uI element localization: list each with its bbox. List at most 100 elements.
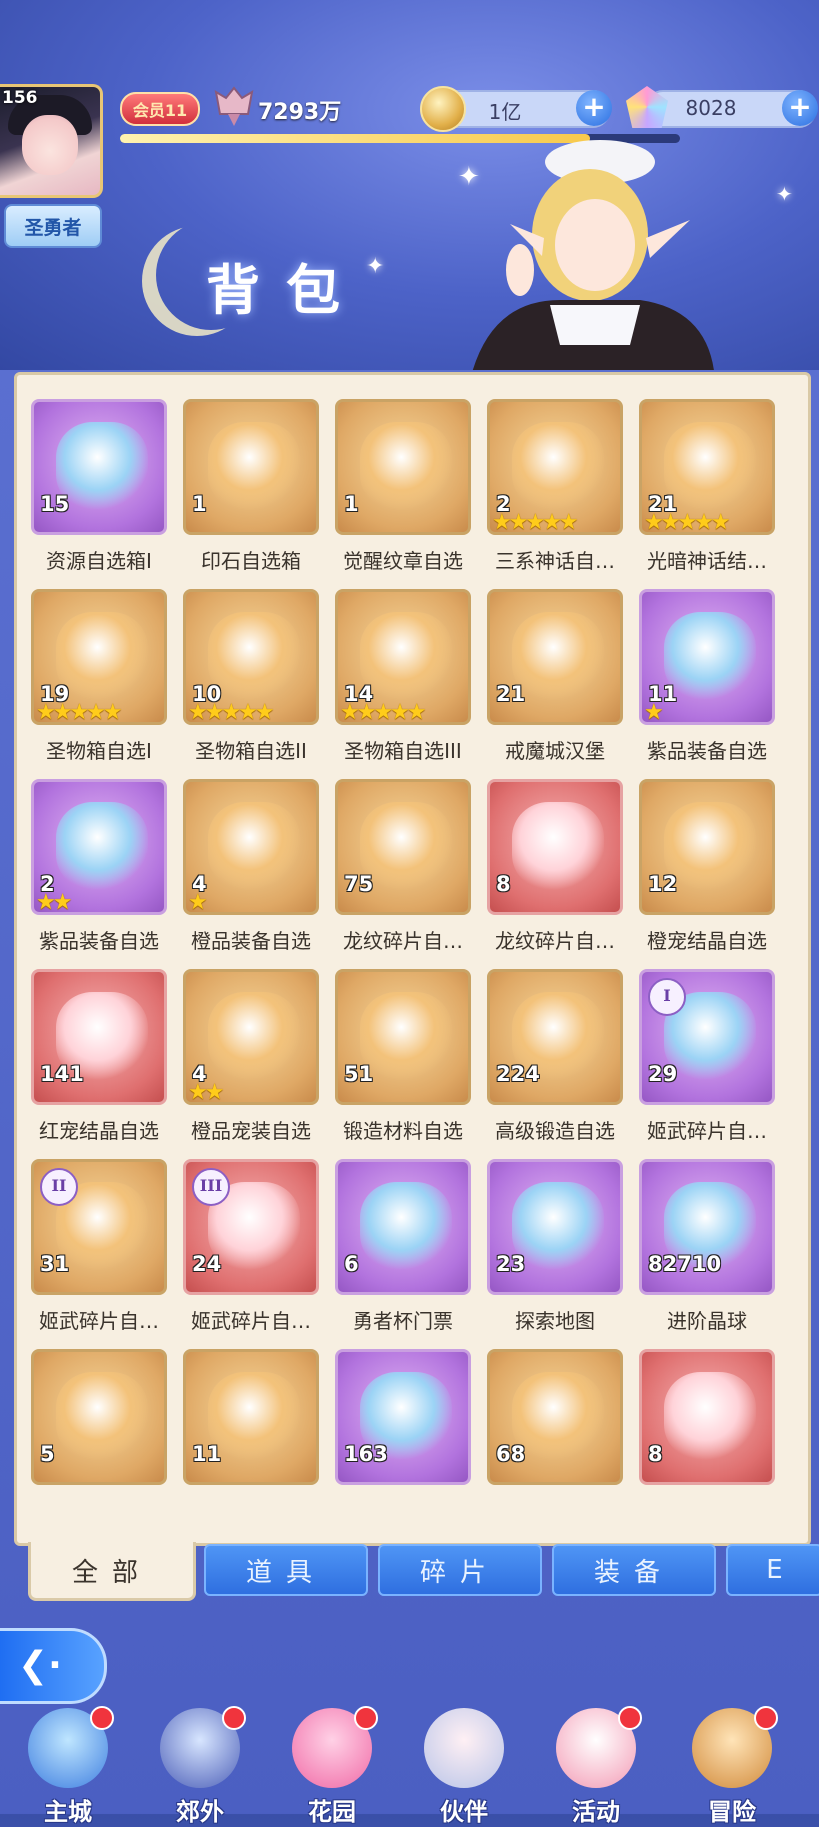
item-tile[interactable]: 2 ★★ bbox=[31, 779, 167, 915]
inventory-item[interactable]: 2 ★★ 紫品装备自选 bbox=[31, 779, 167, 955]
back-button[interactable]: ❮· bbox=[0, 1628, 107, 1704]
item-name: 圣物箱自选II bbox=[195, 739, 307, 763]
add-coin-button[interactable]: + bbox=[576, 90, 612, 126]
inventory-item[interactable]: 10 ★★★★★ 圣物箱自选II bbox=[183, 589, 319, 765]
inventory-item[interactable]: 2 ★★★★★ 三系神话自… bbox=[487, 399, 623, 575]
item-tile[interactable]: 19 ★★★★★ bbox=[31, 589, 167, 725]
item-tile[interactable]: 11 bbox=[183, 1349, 319, 1485]
inventory-item[interactable]: III 24 姬武碎片自… bbox=[183, 1159, 319, 1335]
inventory-item[interactable]: 21 ★★★★★ 光暗神话结… bbox=[639, 399, 775, 575]
item-tile[interactable]: II 31 bbox=[31, 1159, 167, 1295]
notification-dot bbox=[90, 1706, 114, 1730]
nav-item[interactable]: 花园 bbox=[282, 1700, 382, 1826]
inventory-panel: 15 资源自选箱I 1 印石自选箱 1 觉醒纹章自选 2 ★★★★★ 三系神话自… 21 ★★★★★… bbox=[14, 372, 811, 1546]
item-tile[interactable]: 14 ★★★★★ bbox=[335, 589, 471, 725]
pet-gear-box-icon bbox=[208, 992, 300, 1080]
item-tile[interactable]: 21 ★★★★★ bbox=[639, 399, 775, 535]
item-tile[interactable]: 224 bbox=[487, 969, 623, 1105]
item-tile[interactable]: 8 bbox=[639, 1349, 775, 1485]
inventory-item[interactable]: 21 戒魔城汉堡 bbox=[487, 589, 623, 765]
star-rating-icon: ★ bbox=[188, 890, 208, 915]
nav-item[interactable]: 郊外 bbox=[150, 1700, 250, 1826]
inventory-item[interactable]: 4 ★★ 橙品宠装自选 bbox=[183, 969, 319, 1145]
inventory-item[interactable]: 4 ★ 橙品装备自选 bbox=[183, 779, 319, 955]
item-name: 探索地图 bbox=[515, 1309, 595, 1333]
inventory-item[interactable]: I 29 姬武碎片自… bbox=[639, 969, 775, 1145]
item-tile[interactable]: 11 ★ bbox=[639, 589, 775, 725]
item-tile[interactable]: 75 bbox=[335, 779, 471, 915]
item-count: 11 bbox=[192, 1442, 222, 1466]
item-tile[interactable]: 21 bbox=[487, 589, 623, 725]
inventory-item[interactable]: 1 觉醒纹章自选 bbox=[335, 399, 471, 575]
inventory-item[interactable]: 11 ★ 紫品装备自选 bbox=[639, 589, 775, 765]
inventory-item[interactable]: 141 红宠结晶自选 bbox=[31, 969, 167, 1145]
inventory-item[interactable]: 75 龙纹碎片自… bbox=[335, 779, 471, 955]
item-count: 68 bbox=[496, 1442, 526, 1466]
inventory-item[interactable]: 6 勇者杯门票 bbox=[335, 1159, 471, 1335]
add-gem-button[interactable]: + bbox=[782, 90, 818, 126]
inventory-item[interactable]: 8 龙纹碎片自… bbox=[487, 779, 623, 955]
item-tile[interactable]: 23 bbox=[487, 1159, 623, 1295]
inventory-item[interactable]: 163 bbox=[335, 1349, 471, 1525]
nav-label: 冒险 bbox=[708, 1798, 756, 1826]
purple-equip-box-icon bbox=[56, 802, 148, 890]
item-tile[interactable]: 141 bbox=[31, 969, 167, 1105]
relic-box-gold-icon bbox=[360, 612, 452, 700]
header: 156 圣勇者 会员11 7293万 1亿 + 8028 + ✦ ✦ ✦ 背包 bbox=[0, 0, 819, 370]
item-count: 224 bbox=[496, 1062, 540, 1086]
item-tile[interactable]: 10 ★★★★★ bbox=[183, 589, 319, 725]
item-count: 75 bbox=[344, 872, 374, 896]
item-tile[interactable]: 4 ★★ bbox=[183, 969, 319, 1105]
inventory-item[interactable]: 68 bbox=[487, 1349, 623, 1525]
item-tile[interactable]: 51 bbox=[335, 969, 471, 1105]
item-tile[interactable]: 1 bbox=[183, 399, 319, 535]
item-tile[interactable]: 8 bbox=[487, 779, 623, 915]
item-tile[interactable]: 163 bbox=[335, 1349, 471, 1485]
tab-items[interactable]: 道具 bbox=[204, 1544, 368, 1596]
nav-item[interactable]: 冒险 bbox=[682, 1700, 782, 1826]
item-tile[interactable]: 4 ★ bbox=[183, 779, 319, 915]
inventory-item[interactable]: 82710 进阶晶球 bbox=[639, 1159, 775, 1335]
inventory-item[interactable]: 51 锻造材料自选 bbox=[335, 969, 471, 1145]
inventory-item[interactable]: 14 ★★★★★ 圣物箱自选III bbox=[335, 589, 471, 765]
item-name: 锻造材料自选 bbox=[343, 1119, 463, 1143]
star-rating-icon: ★★ bbox=[36, 890, 72, 915]
star-rating-icon: ★★★★★ bbox=[36, 700, 123, 725]
item-tile[interactable]: 82710 bbox=[639, 1159, 775, 1295]
inventory-item[interactable]: 224 高级锻造自选 bbox=[487, 969, 623, 1145]
player-title-badge[interactable]: 圣勇者 bbox=[4, 204, 102, 248]
item-tile[interactable]: 68 bbox=[487, 1349, 623, 1485]
inventory-item[interactable]: 19 ★★★★★ 圣物箱自选I bbox=[31, 589, 167, 765]
inventory-item[interactable]: 23 探索地图 bbox=[487, 1159, 623, 1335]
item-tile[interactable]: III 24 bbox=[183, 1159, 319, 1295]
item-tile[interactable]: I 29 bbox=[639, 969, 775, 1105]
item-name: 光暗神话结… bbox=[647, 549, 767, 573]
inventory-item[interactable]: 12 橙宠结晶自选 bbox=[639, 779, 775, 955]
vip-badge[interactable]: 会员11 bbox=[120, 92, 200, 126]
nav-item[interactable]: 主城 bbox=[18, 1700, 118, 1826]
item-name: 勇者杯门票 bbox=[353, 1309, 453, 1333]
nav-item[interactable]: 伙伴 bbox=[414, 1700, 514, 1826]
inventory-item[interactable]: 15 资源自选箱I bbox=[31, 399, 167, 575]
item-tile[interactable]: 2 ★★★★★ bbox=[487, 399, 623, 535]
item-count: 31 bbox=[40, 1252, 70, 1276]
tab-all[interactable]: 全部 bbox=[28, 1542, 196, 1601]
item-tile[interactable]: 6 bbox=[335, 1159, 471, 1295]
nav-item[interactable]: 活动 bbox=[546, 1700, 646, 1826]
item-tile[interactable]: 1 bbox=[335, 399, 471, 535]
inventory-item[interactable]: 8 bbox=[639, 1349, 775, 1525]
inventory-item[interactable]: II 31 姬武碎片自… bbox=[31, 1159, 167, 1335]
inventory-item[interactable]: 1 印石自选箱 bbox=[183, 399, 319, 575]
item-tile[interactable]: 5 bbox=[31, 1349, 167, 1485]
star-rating-icon: ★★ bbox=[188, 1080, 224, 1105]
inventory-item[interactable]: 5 bbox=[31, 1349, 167, 1525]
tab-equipment[interactable]: 装备 bbox=[552, 1544, 716, 1596]
item-tile[interactable]: 12 bbox=[639, 779, 775, 915]
item-count: 29 bbox=[648, 1062, 678, 1086]
nav-label: 郊外 bbox=[176, 1798, 224, 1826]
inventory-item[interactable]: 11 bbox=[183, 1349, 319, 1525]
tab-more[interactable]: E bbox=[726, 1544, 819, 1596]
tab-fragments[interactable]: 碎片 bbox=[378, 1544, 542, 1596]
star-rating-icon: ★★★★★ bbox=[644, 510, 731, 535]
item-tile[interactable]: 15 bbox=[31, 399, 167, 535]
